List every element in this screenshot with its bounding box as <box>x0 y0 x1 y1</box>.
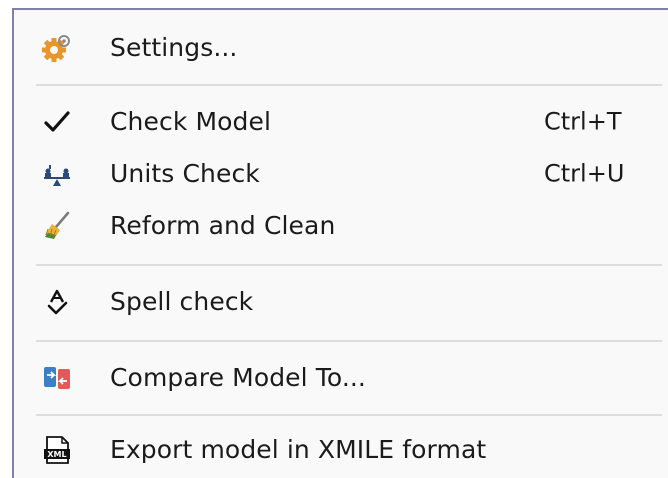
screen: Settings... Check Model Ctrl+T Units Che… <box>0 0 668 478</box>
menu-item-label: Units Check <box>110 158 260 188</box>
menu-item-label: Export model in XMILE format <box>110 434 487 464</box>
spell-check-icon <box>42 287 72 317</box>
menu-item-label: Check Model <box>110 106 272 136</box>
menu-item-settings[interactable]: Settings... <box>14 24 668 72</box>
tools-context-menu: Settings... Check Model Ctrl+T Units Che… <box>12 8 668 478</box>
menu-item-label: Settings... <box>110 32 238 62</box>
menu-item-units-check[interactable]: Units Check Ctrl+U <box>14 150 668 198</box>
broom-icon <box>42 211 72 241</box>
shortcut-label: Ctrl+U <box>544 159 625 188</box>
menu-item-export-xmile[interactable]: XML Export model in XMILE format <box>14 426 668 474</box>
compare-models-icon <box>42 363 72 393</box>
menu-item-spell-check[interactable]: Spell check <box>14 278 668 326</box>
menu-item-compare-model-to[interactable]: Compare Model To... <box>14 354 668 402</box>
menu-item-label: Compare Model To... <box>110 362 366 392</box>
xml-file-icon: XML <box>42 435 72 465</box>
menu-separator <box>36 414 662 416</box>
menu-item-reform-and-clean[interactable]: Reform and Clean <box>14 202 668 250</box>
shortcut-label: Ctrl+T <box>544 107 622 136</box>
menu-item-label: Spell check <box>110 286 254 316</box>
units-balance-icon <box>42 159 72 189</box>
background-strip <box>0 0 12 478</box>
menu-separator <box>36 84 662 86</box>
menu-separator <box>36 264 662 266</box>
menu-item-label: Reform and Clean <box>110 210 336 240</box>
menu-item-check-model[interactable]: Check Model Ctrl+T <box>14 98 668 146</box>
checkmark-icon <box>42 107 72 137</box>
settings-gear-icon <box>42 33 72 63</box>
menu-separator <box>36 340 662 342</box>
xml-badge-text: XML <box>47 450 66 459</box>
